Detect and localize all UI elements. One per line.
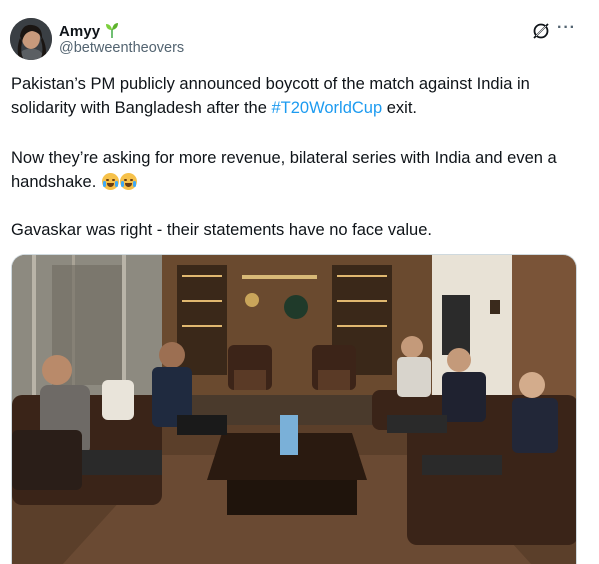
- seedling-icon: [105, 23, 118, 38]
- tweet-paragraph-3: Gavaskar was right - their statements ha…: [11, 221, 432, 239]
- display-name: Amyy: [59, 23, 101, 40]
- meeting-room-photo: [12, 255, 576, 564]
- grok-icon[interactable]: [532, 22, 550, 40]
- avatar[interactable]: [10, 18, 52, 60]
- hashtag-link[interactable]: #T20WorldCup: [271, 99, 382, 117]
- tweet-text: exit.: [382, 99, 418, 117]
- tweet-card: Amyy @betweentheovers ··· Pakistan’s PM …: [0, 0, 599, 564]
- author-name[interactable]: Amyy: [59, 22, 119, 40]
- face-with-tears-of-joy-icon: [119, 173, 137, 190]
- tweet-paragraph-2: Now they’re asking for more revenue, bil…: [11, 146, 581, 194]
- tweet-text: Now they’re asking for more revenue, bil…: [11, 149, 557, 191]
- tweet-paragraph-1: Pakistan’s PM publicly announced boycott…: [11, 72, 581, 120]
- loudly-crying-face-icon: [101, 173, 119, 190]
- more-options-icon[interactable]: ···: [557, 20, 576, 36]
- avatar-image: [10, 18, 52, 60]
- tweet-photo[interactable]: [11, 254, 577, 564]
- author-handle[interactable]: @betweentheovers: [59, 40, 184, 56]
